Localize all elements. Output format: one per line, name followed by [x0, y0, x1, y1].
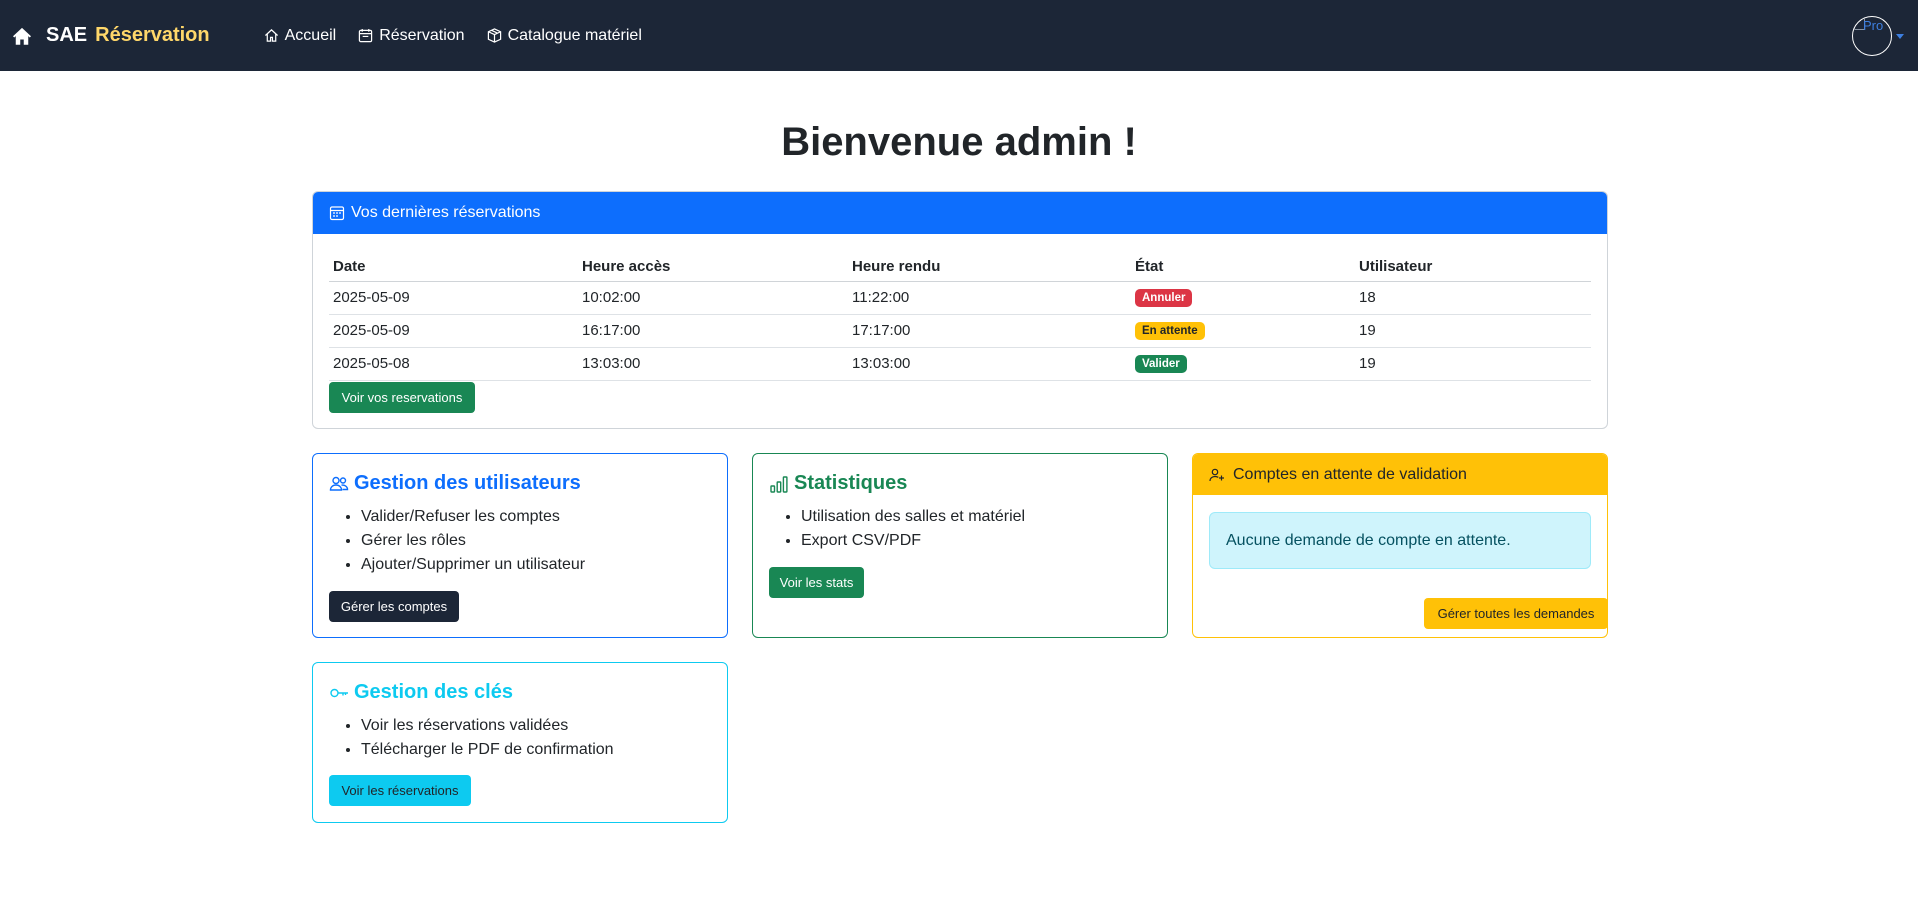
cell-access-time: 13:03:00 — [578, 347, 848, 381]
list-item: Gérer les rôles — [361, 529, 585, 553]
nav-link-label: Réservation — [379, 26, 465, 44]
list-item: Utilisation des salles et matériel — [801, 505, 1025, 529]
pending-card-title: Comptes en attente de validation — [1233, 465, 1467, 483]
statistics-card: Statistiques Utilisation des salles et m… — [752, 453, 1168, 638]
keys-card-title: Gestion des clés — [329, 681, 513, 704]
list-item: Voir les réservations validées — [361, 714, 614, 738]
list-item: Export CSV/PDF — [801, 529, 1025, 553]
column-header-heure-acces: Heure accès — [578, 252, 848, 282]
users-card-title: Gestion des utilisateurs — [329, 472, 581, 495]
cell-date: 2025-05-09 — [329, 281, 578, 315]
pending-card-header: Comptes en attente de validation — [1193, 454, 1607, 495]
cell-user: 19 — [1355, 347, 1591, 381]
nav-link-reservation[interactable]: Réservation — [358, 26, 465, 45]
person-add-icon — [1209, 468, 1224, 481]
list-item: Télécharger le PDF de confirmation — [361, 738, 614, 762]
view-stats-button[interactable]: Voir les stats — [769, 567, 864, 598]
table-row: 2025-05-08 13:03:00 13:03:00 Valider 19 — [329, 347, 1591, 381]
column-header-etat: État — [1131, 252, 1355, 282]
keys-management-card: Gestion des clés Voir les réservations v… — [312, 662, 728, 823]
avatar[interactable]: Pro — [1852, 16, 1892, 56]
cell-state: Valider — [1131, 347, 1355, 381]
status-badge: Annuler — [1135, 289, 1193, 307]
nav-link-label: Accueil — [284, 26, 337, 44]
cell-access-time: 16:17:00 — [578, 314, 848, 348]
profile-dropdown[interactable]: Pro — [1852, 16, 1904, 56]
manage-accounts-button[interactable]: Gérer les comptes — [329, 591, 459, 622]
stats-card-list: Utilisation des salles et matériel Expor… — [801, 505, 1025, 553]
cell-date: 2025-05-08 — [329, 347, 578, 381]
status-badge: En attente — [1135, 322, 1205, 340]
view-reservations-button[interactable]: Voir vos reservations — [329, 382, 475, 413]
nav-link-catalogue[interactable]: Catalogue matériel — [487, 27, 642, 45]
brand-sae: SAE — [46, 24, 88, 46]
reservations-card-header: Vos dernières réservations — [313, 192, 1607, 234]
brand-link[interactable]: SAE Réservation — [12, 24, 210, 47]
page-title: Bienvenue admin ! — [781, 120, 1137, 164]
cell-return-time: 17:17:00 — [848, 314, 1131, 348]
cell-access-time: 10:02:00 — [578, 281, 848, 315]
column-header-utilisateur: Utilisateur — [1355, 252, 1591, 282]
table-row: 2025-05-09 16:17:00 17:17:00 En attente … — [329, 314, 1591, 348]
cell-return-time: 11:22:00 — [848, 281, 1131, 315]
calendar-week-icon — [329, 206, 345, 221]
brand-reservation: Réservation — [95, 24, 210, 46]
cell-return-time: 13:03:00 — [848, 347, 1131, 381]
nav-link-accueil[interactable]: Accueil — [264, 26, 337, 45]
cell-user: 18 — [1355, 281, 1591, 315]
house-icon — [264, 29, 278, 42]
cell-state: En attente — [1131, 314, 1355, 348]
status-badge: Valider — [1135, 355, 1187, 373]
reservations-table: Date Heure accès Heure rendu État Utilis… — [329, 252, 1591, 381]
keys-card-title-text: Gestion des clés — [354, 681, 513, 703]
pending-accounts-card: Comptes en attente de validation Aucune … — [1192, 453, 1608, 638]
chevron-down-icon[interactable] — [1896, 33, 1904, 39]
calendar-icon — [359, 28, 373, 43]
users-card-list: Valider/Refuser les comptes Gérer les rô… — [361, 505, 585, 577]
column-header-heure-rendu: Heure rendu — [848, 252, 1131, 282]
cell-user: 19 — [1355, 314, 1591, 348]
nav-links: Accueil Réservation Catalogue matériel — [264, 27, 664, 45]
avatar-alt-text: Pro — [1863, 18, 1884, 33]
keys-card-list: Voir les réservations validées Télécharg… — [361, 714, 614, 762]
cell-date: 2025-05-09 — [329, 314, 578, 348]
reservations-card-title: Vos dernières réservations — [351, 204, 541, 221]
bar-chart-icon — [770, 475, 788, 493]
manage-all-requests-button[interactable]: Gérer toutes les demandes — [1424, 598, 1607, 629]
top-navbar: SAE Réservation Accueil Réservation Cata… — [0, 0, 1918, 71]
table-row: 2025-05-09 10:02:00 11:22:00 Annuler 18 — [329, 281, 1591, 315]
people-icon — [329, 476, 349, 491]
list-item: Valider/Refuser les comptes — [361, 505, 585, 529]
house-fill-icon — [13, 27, 31, 45]
box-icon — [487, 28, 501, 43]
reservations-card: Vos dernières réservations Date Heure ac… — [312, 191, 1608, 429]
stats-card-title: Statistiques — [769, 472, 907, 495]
table-header-row: Date Heure accès Heure rendu État Utilis… — [329, 252, 1591, 282]
list-item: Ajouter/Supprimer un utilisateur — [361, 553, 585, 577]
view-validated-reservations-button[interactable]: Voir les réservations — [329, 775, 471, 806]
nav-link-label: Catalogue matériel — [507, 26, 642, 44]
users-management-card: Gestion des utilisateurs Valider/Refuser… — [312, 453, 728, 638]
key-icon — [330, 688, 348, 697]
users-card-title-text: Gestion des utilisateurs — [354, 472, 581, 494]
stats-card-title-text: Statistiques — [794, 472, 908, 494]
cell-state: Annuler — [1131, 281, 1355, 315]
column-header-date: Date — [329, 252, 578, 282]
no-pending-alert: Aucune demande de compte en attente. — [1209, 512, 1591, 569]
